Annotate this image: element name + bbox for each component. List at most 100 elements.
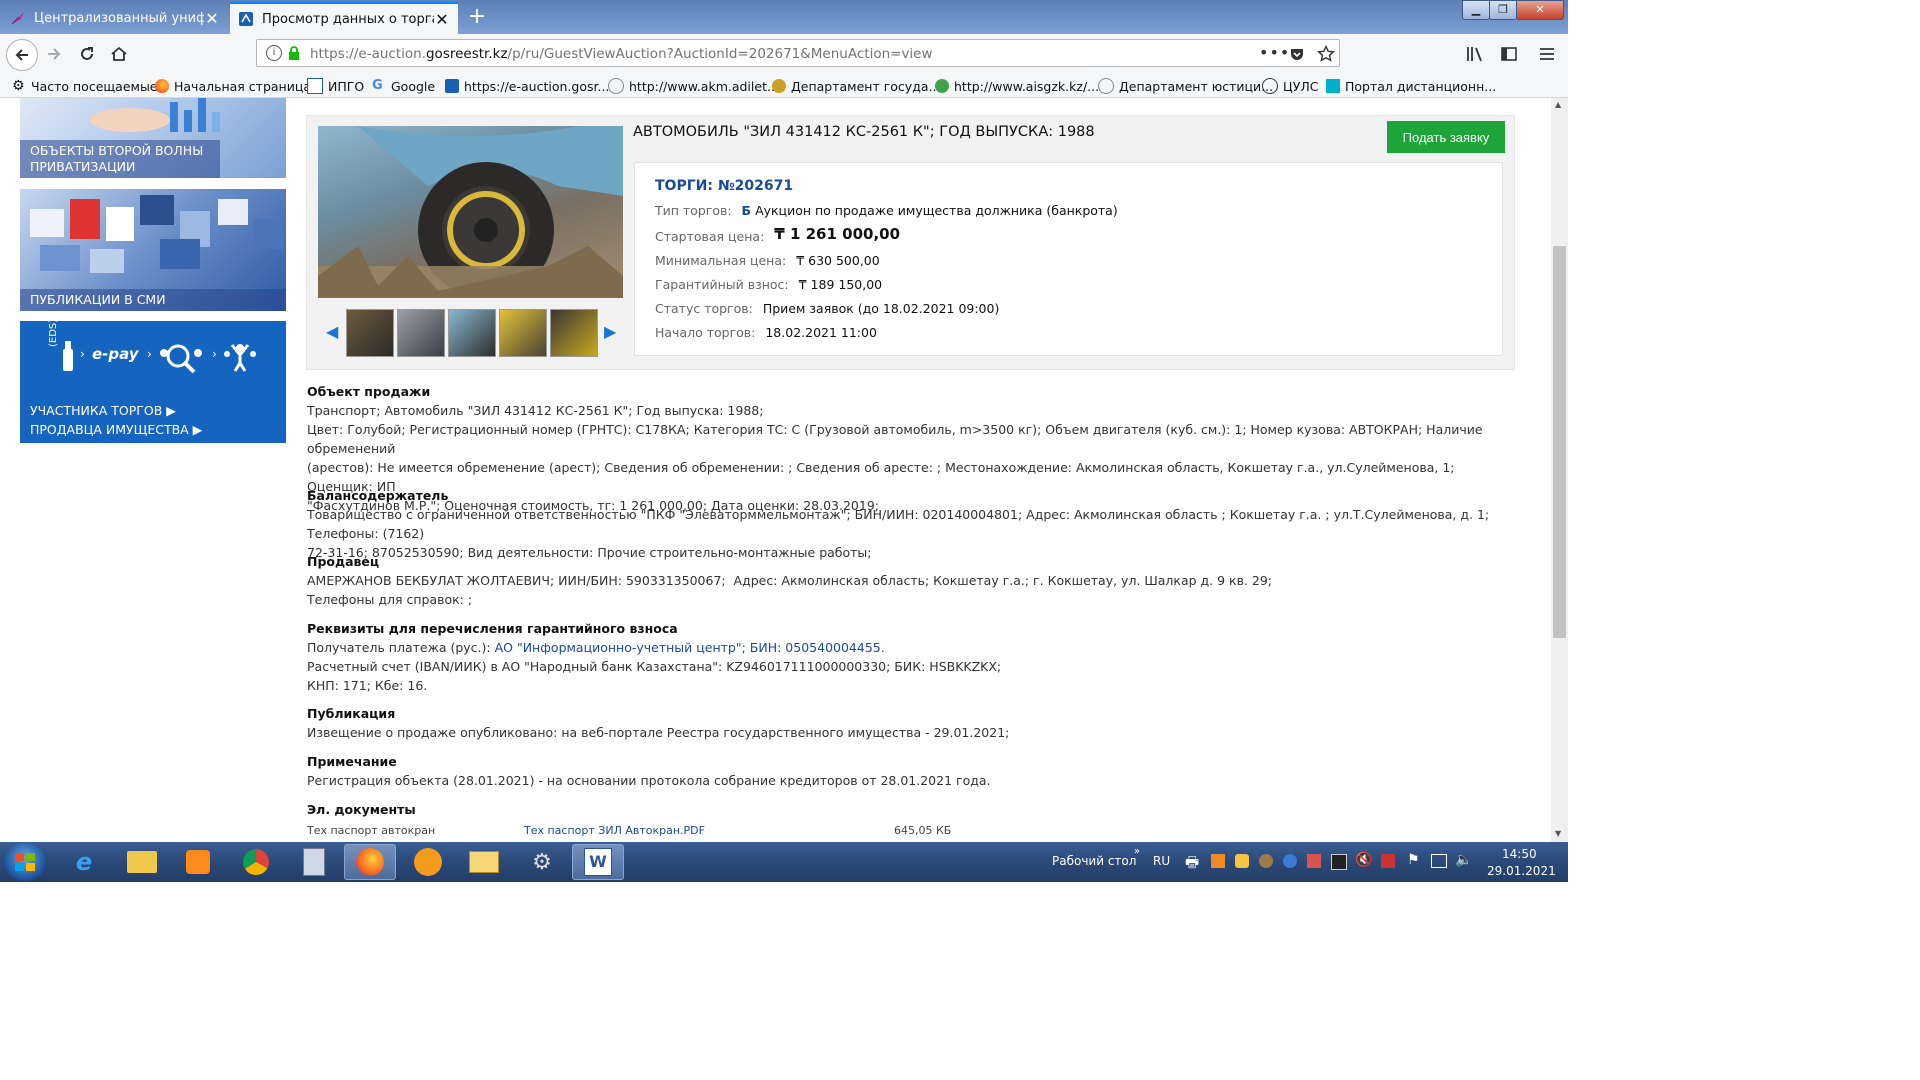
- taskbar-firefox[interactable]: [344, 844, 396, 880]
- taskbar-calculator[interactable]: [288, 844, 340, 880]
- printer-icon[interactable]: 🖶: [1185, 852, 1199, 877]
- page-actions-icon[interactable]: •••: [1259, 43, 1290, 62]
- tray-app-icon[interactable]: [1211, 854, 1225, 868]
- privatization-banner[interactable]: ОБЪЕКТЫ ВТОРОЙ ВОЛНЫ ПРИВАТИЗАЦИИ: [20, 98, 286, 178]
- taskbar-word[interactable]: W: [572, 844, 624, 880]
- bookmark-google[interactable]: G Google: [372, 77, 435, 95]
- language-indicator[interactable]: RU: [1153, 854, 1170, 868]
- photo-thumbnail[interactable]: [448, 309, 496, 357]
- section-text: Телефоны для справок: ;: [307, 592, 473, 607]
- reload-button[interactable]: [73, 40, 101, 68]
- reload-icon: [81, 47, 93, 60]
- new-tab-button[interactable]: +: [464, 4, 490, 30]
- info-icon[interactable]: i: [266, 45, 282, 61]
- tray-app-icon[interactable]: [1307, 854, 1321, 868]
- bookmark-start-page[interactable]: Начальная страница: [155, 77, 311, 95]
- forward-button[interactable]: [40, 40, 68, 68]
- page-scrollbar[interactable]: ▲ ▼: [1551, 98, 1568, 842]
- photo-thumbnail[interactable]: [397, 309, 445, 357]
- bookmark-state-department[interactable]: Департамент госуда...: [772, 77, 940, 95]
- clock-date[interactable]: 29.01.2021: [1487, 864, 1556, 878]
- tray-app-icon[interactable]: [1259, 854, 1273, 868]
- section-heading: Объект продажи: [307, 384, 431, 399]
- taskbar-app-people[interactable]: [402, 844, 454, 880]
- start-button[interactable]: [4, 843, 46, 881]
- bookmark-label: ЦУЛС: [1283, 78, 1319, 94]
- taskbar-media-player[interactable]: [172, 844, 224, 880]
- close-tab-icon[interactable]: ✕: [204, 9, 220, 28]
- note-section: Примечание Регистрация объекта (28.01.20…: [307, 752, 1497, 790]
- epay-banner[interactable]: (EDS) › e-pay › › УЧАСТНИКА ТОРГОВ ▶ ПРО…: [20, 321, 286, 443]
- close-window-button[interactable]: ✕: [1516, 0, 1564, 20]
- url-text[interactable]: https://e-auction.gosreestr.kz/p/ru/Gues…: [310, 46, 933, 62]
- menu-icon[interactable]: [1538, 45, 1556, 63]
- emblem-icon: [1098, 78, 1114, 94]
- bookmark-aisgzk[interactable]: http://www.aisgzk.kz/...: [935, 77, 1099, 95]
- photo-thumbnail[interactable]: [550, 309, 598, 357]
- bookmark-tsuls[interactable]: ЦУЛС: [1262, 77, 1318, 95]
- clock-time[interactable]: 14:50: [1502, 847, 1537, 861]
- taskbar-explorer[interactable]: [116, 844, 168, 880]
- tray-app-icon[interactable]: [1283, 854, 1297, 868]
- section-text: КНП: 171; Кбе: 16.: [307, 678, 428, 693]
- close-tab-icon[interactable]: ✕: [434, 10, 450, 29]
- scroll-down-icon[interactable]: ▼: [1555, 829, 1561, 838]
- auction-number[interactable]: ТОРГИ: №202671: [655, 178, 793, 194]
- chevrons-icon[interactable]: »: [1134, 846, 1140, 857]
- library-icon[interactable]: [1466, 45, 1484, 63]
- pocket-icon[interactable]: [1289, 46, 1305, 62]
- photo-thumbnail[interactable]: [346, 309, 394, 357]
- section-heading: Балансодержатель: [307, 488, 449, 503]
- security-icon[interactable]: [1381, 854, 1395, 868]
- tab-centralized[interactable]: Централизованный унифици ✕: [2, 2, 228, 34]
- minimize-button[interactable]: ▁: [1462, 0, 1490, 20]
- address-bar[interactable]: i https://e-auction.gosreestr.kz/p/ru/Gu…: [256, 39, 1340, 67]
- tray-app-icon[interactable]: [1235, 854, 1249, 868]
- flag-icon[interactable]: ⚑: [1407, 852, 1420, 868]
- maximize-button[interactable]: ❐: [1489, 0, 1517, 20]
- network-icon[interactable]: [1431, 854, 1447, 868]
- start-date-row: Начало торгов: 18.02.2021 11:00: [655, 325, 877, 340]
- section-text: Расчетный счет (IBAN/ИИК) в АО "Народный…: [307, 659, 1002, 674]
- prev-photo-arrow-icon[interactable]: ◀: [326, 322, 338, 341]
- scroll-up-icon[interactable]: ▲: [1555, 100, 1561, 109]
- taskbar-ie[interactable]: e: [58, 844, 110, 880]
- next-photo-arrow-icon[interactable]: ▶: [604, 322, 616, 341]
- star-icon[interactable]: [1317, 45, 1335, 63]
- emblem-icon: [608, 78, 624, 94]
- feather-icon: [11, 12, 24, 25]
- photo-thumbnail[interactable]: [499, 309, 547, 357]
- home-button[interactable]: [105, 40, 133, 68]
- scrollbar-thumb[interactable]: [1553, 246, 1566, 638]
- publication-section: Публикация Извещение о продаже опубликов…: [307, 704, 1497, 742]
- section-text: Извещение о продаже опубликовано: на веб…: [307, 725, 1010, 740]
- mute-icon[interactable]: 🔇: [1355, 852, 1372, 868]
- participant-link[interactable]: УЧАСТНИКА ТОРГОВ ▶: [30, 401, 202, 420]
- console-icon[interactable]: [1331, 854, 1347, 870]
- bookmark-justice-department[interactable]: Департамент юстици...: [1098, 77, 1273, 95]
- taskbar-settings[interactable]: ⚙: [516, 844, 568, 880]
- section-heading: Эл. документы: [307, 802, 416, 817]
- recipient-link[interactable]: АО "Информационно-учетный центр"; БИН: 0…: [495, 640, 885, 655]
- volume-icon[interactable]: 🔈: [1455, 852, 1472, 868]
- main-photo[interactable]: [318, 126, 623, 298]
- submit-application-button[interactable]: Подать заявку: [1387, 121, 1505, 153]
- bookmark-e-auction[interactable]: https://e-auction.gosr...: [445, 77, 609, 95]
- taskbar-mail[interactable]: [458, 844, 510, 880]
- bookmark-akm-adilet[interactable]: http://www.akm.adilet...: [608, 77, 779, 95]
- tab-auction-view[interactable]: Просмотр данных о торгах ✕: [230, 2, 458, 34]
- section-text: Товарищество с ограниченной ответственно…: [307, 507, 1490, 541]
- site-logo-icon: [239, 12, 253, 26]
- desktop-toolbar-label[interactable]: Рабочий стол: [1052, 854, 1136, 868]
- bookmark-ipgo[interactable]: ИПГО: [307, 77, 364, 95]
- media-publications-banner[interactable]: ПУБЛИКАЦИИ В СМИ: [20, 189, 286, 311]
- seller-link[interactable]: ПРОДАВЦА ИМУЩЕСТВА ▶: [30, 420, 202, 439]
- envelope-icon: [469, 851, 499, 873]
- sidebar-toggle-icon[interactable]: [1500, 45, 1518, 63]
- taskbar-chrome[interactable]: [230, 844, 282, 880]
- section-heading: Публикация: [307, 706, 396, 721]
- back-button[interactable]: [6, 39, 38, 71]
- document-file-link[interactable]: Тех паспорт ЗИЛ Автокран.PDF: [524, 824, 705, 837]
- bookmark-most-visited[interactable]: ⚙ Часто посещаемые: [12, 77, 158, 95]
- bookmark-distance-portal[interactable]: Портал дистанционн...: [1326, 77, 1496, 95]
